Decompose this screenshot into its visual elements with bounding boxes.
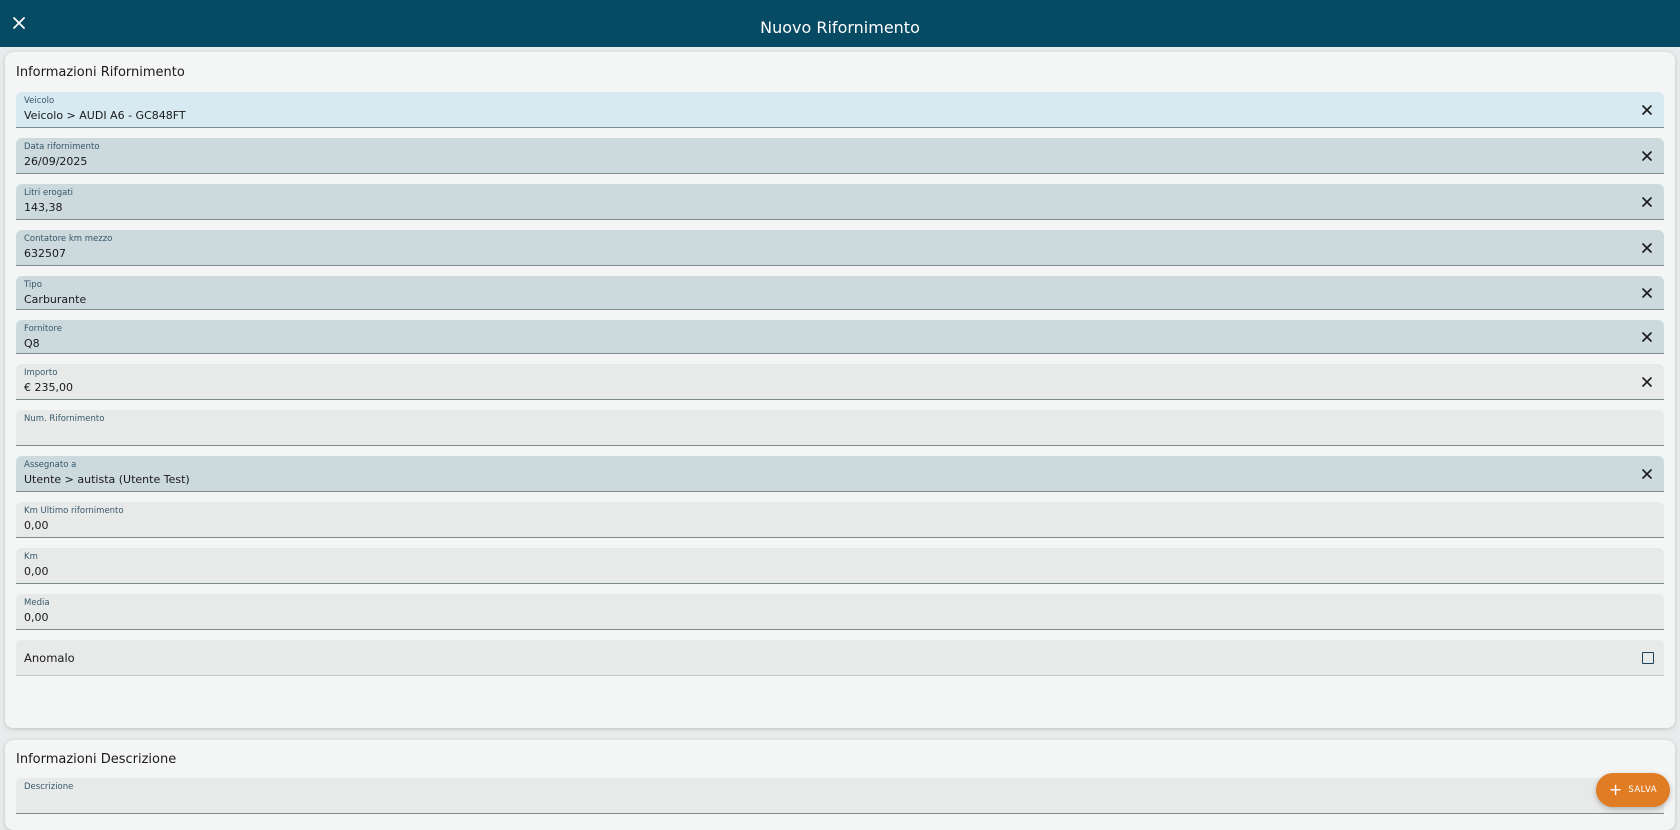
vehicle-field-value: Veicolo > AUDI A6 - GC848FT bbox=[24, 109, 186, 122]
odometer-value: 632507 bbox=[24, 247, 66, 260]
anomalous-checkbox[interactable] bbox=[1642, 651, 1654, 664]
close-icon bbox=[1642, 150, 1652, 161]
refuel-number-field[interactable]: Num. Rifornimento bbox=[16, 410, 1664, 446]
close-icon bbox=[1642, 376, 1652, 387]
close-button[interactable] bbox=[8, 12, 30, 34]
km-value: 0,00 bbox=[24, 565, 49, 578]
close-icon bbox=[13, 14, 25, 33]
supplier-label: Fornitore bbox=[24, 324, 62, 334]
average-value: 0,00 bbox=[24, 611, 49, 624]
supplier-value: Q8 bbox=[24, 337, 40, 350]
save-button[interactable]: + SALVA bbox=[1596, 773, 1670, 807]
page-title: Nuovo Rifornimento bbox=[760, 18, 920, 37]
refuel-date-label: Data rifornimento bbox=[24, 142, 100, 152]
vehicle-field[interactable]: Veicolo Veicolo > AUDI A6 - GC848FT bbox=[16, 92, 1664, 128]
assigned-to-field[interactable]: Assegnato a Utente > autista (Utente Tes… bbox=[16, 456, 1664, 492]
clear-odometer-button[interactable] bbox=[1638, 239, 1656, 257]
odometer-field[interactable]: Contatore km mezzo 632507 bbox=[16, 230, 1664, 266]
last-refuel-km-value: 0,00 bbox=[24, 519, 49, 532]
average-label: Media bbox=[24, 598, 50, 608]
clear-amount-button[interactable] bbox=[1638, 373, 1656, 391]
last-refuel-km-label: Km Ultimo rifornimento bbox=[24, 506, 124, 516]
supplier-field[interactable]: Fornitore Q8 bbox=[16, 320, 1664, 354]
amount-label: Importo bbox=[24, 368, 58, 378]
clear-supplier-button[interactable] bbox=[1638, 328, 1656, 346]
save-button-label: SALVA bbox=[1628, 785, 1658, 795]
amount-value: € 235,00 bbox=[24, 381, 73, 394]
anomalous-field[interactable]: Anomalo bbox=[16, 640, 1664, 676]
liters-label: Litri erogati bbox=[24, 188, 74, 198]
close-icon bbox=[1642, 104, 1652, 115]
section-title-description: Informazioni Descrizione bbox=[16, 752, 177, 767]
type-field[interactable]: Tipo Carburante bbox=[16, 276, 1664, 310]
close-icon bbox=[1642, 468, 1652, 479]
clear-date-button[interactable] bbox=[1638, 147, 1656, 165]
close-icon bbox=[1642, 331, 1652, 342]
liters-value: 143,38 bbox=[24, 201, 63, 214]
liters-field[interactable]: Litri erogati 143,38 bbox=[16, 184, 1664, 220]
km-label: Km bbox=[24, 552, 38, 562]
km-field[interactable]: Km 0,00 bbox=[16, 548, 1664, 584]
section-title-refuel-info: Informazioni Rifornimento bbox=[16, 65, 185, 80]
anomalous-label: Anomalo bbox=[24, 650, 75, 665]
assigned-to-value: Utente > autista (Utente Test) bbox=[24, 473, 190, 486]
vehicle-field-label: Veicolo bbox=[24, 96, 55, 106]
clear-assigned-button[interactable] bbox=[1638, 465, 1656, 483]
close-icon bbox=[1642, 196, 1652, 207]
clear-vehicle-button[interactable] bbox=[1638, 101, 1656, 119]
refuel-info-card: Informazioni Rifornimento Veicolo Veicol… bbox=[5, 52, 1675, 728]
description-label: Descrizione bbox=[24, 782, 74, 792]
odometer-label: Contatore km mezzo bbox=[24, 234, 113, 244]
refuel-date-field[interactable]: Data rifornimento 26/09/2025 bbox=[16, 138, 1664, 174]
top-app-bar: Nuovo Rifornimento bbox=[0, 0, 1680, 47]
assigned-to-label: Assegnato a bbox=[24, 460, 77, 470]
clear-type-button[interactable] bbox=[1638, 284, 1656, 302]
refuel-date-value: 26/09/2025 bbox=[24, 155, 88, 168]
close-icon bbox=[1642, 287, 1652, 298]
average-field[interactable]: Media 0,00 bbox=[16, 594, 1664, 630]
amount-field[interactable]: Importo € 235,00 bbox=[16, 364, 1664, 400]
plus-icon: + bbox=[1608, 780, 1623, 799]
type-label: Tipo bbox=[24, 280, 42, 290]
close-icon bbox=[1642, 242, 1652, 253]
description-field[interactable]: Descrizione bbox=[16, 778, 1664, 814]
last-refuel-km-field[interactable]: Km Ultimo rifornimento 0,00 bbox=[16, 502, 1664, 538]
description-info-card: Informazioni Descrizione Descrizione bbox=[5, 740, 1675, 830]
clear-liters-button[interactable] bbox=[1638, 193, 1656, 211]
refuel-number-label: Num. Rifornimento bbox=[24, 414, 105, 424]
type-value: Carburante bbox=[24, 293, 87, 306]
